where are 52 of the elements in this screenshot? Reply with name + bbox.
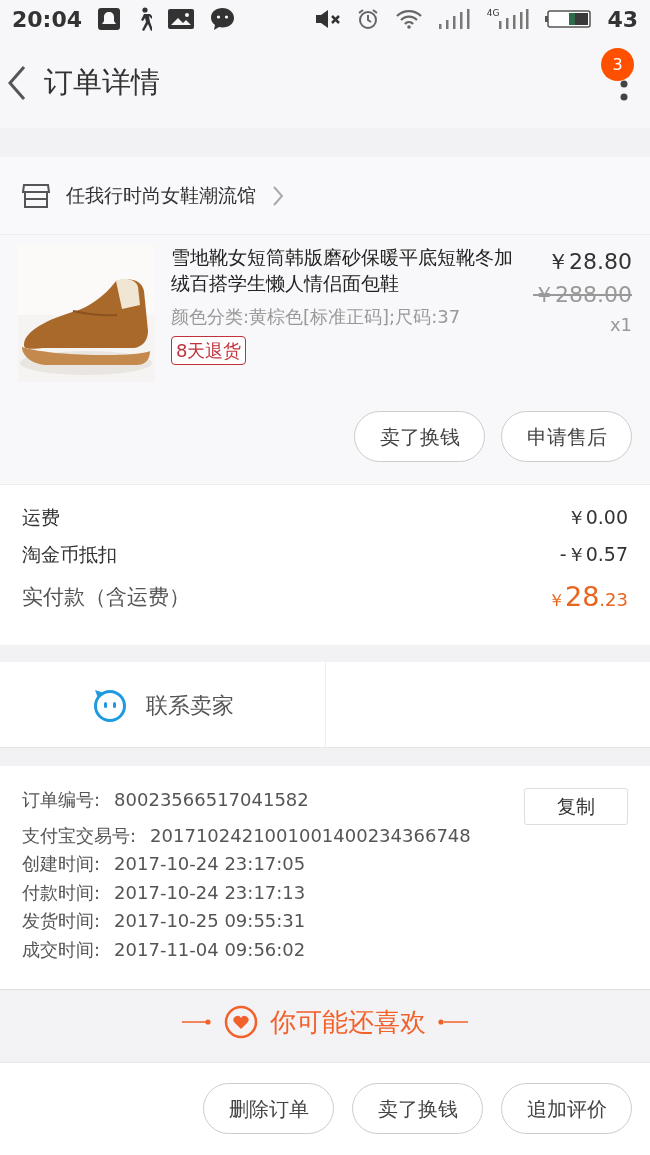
battery-icon bbox=[545, 9, 592, 29]
fee-label: 运费 bbox=[22, 505, 60, 530]
store-icon bbox=[22, 182, 50, 209]
mute-icon bbox=[314, 9, 341, 29]
alarm-icon bbox=[356, 8, 379, 30]
info-value: 80023566517041582 bbox=[114, 788, 309, 812]
info-label: 成交时间: bbox=[22, 937, 101, 962]
info-value: 2017-10-24 23:17:05 bbox=[114, 852, 306, 876]
wifi-icon bbox=[394, 9, 423, 29]
clock: 20:04 bbox=[12, 5, 83, 34]
network-label: 4G bbox=[486, 9, 500, 18]
copy-button[interactable]: 复制 bbox=[524, 788, 628, 825]
image-icon bbox=[168, 9, 195, 29]
info-value: 2017-11-04 09:56:02 bbox=[114, 937, 306, 962]
total-price: ￥28.23 bbox=[548, 580, 628, 614]
action-button[interactable]: 卖了换钱 bbox=[352, 1083, 483, 1134]
info-value: 2017-10-25 09:55:31 bbox=[114, 909, 306, 933]
fee-label: 淘金币抵扣 bbox=[22, 542, 117, 567]
action-button[interactable]: 删除订单 bbox=[203, 1083, 334, 1134]
fee-value: -￥0.57 bbox=[559, 542, 628, 567]
signal-icon bbox=[499, 9, 530, 29]
action-button[interactable]: 追加评价 bbox=[501, 1083, 632, 1134]
back-icon[interactable] bbox=[6, 65, 28, 101]
info-label: 发货时间: bbox=[22, 909, 101, 933]
chat-bubble-icon bbox=[210, 7, 236, 31]
info-label: 创建时间: bbox=[22, 852, 101, 876]
arrow-line-icon bbox=[182, 1019, 212, 1025]
shop-link[interactable]: 任我行时尚女鞋潮流馆 bbox=[0, 157, 650, 235]
info-label: 支付宝交易号: bbox=[22, 823, 137, 848]
smiley-chat-icon bbox=[91, 687, 128, 723]
quantity: x1 bbox=[608, 313, 632, 337]
arrow-line-icon bbox=[438, 1019, 468, 1025]
info-value: 2017-10-24 23:17:13 bbox=[114, 880, 306, 905]
action-button[interactable]: 卖了换钱 bbox=[354, 411, 485, 462]
info-label: 付款时间: bbox=[22, 880, 101, 905]
total-label: 实付款（含运费） bbox=[22, 583, 190, 611]
chevron-right-icon bbox=[272, 184, 284, 207]
action-button[interactable]: 申请售后 bbox=[501, 411, 632, 462]
battery-level: 43 bbox=[607, 5, 638, 34]
page-title: 订单详情 bbox=[44, 64, 160, 102]
info-label: 订单编号: bbox=[22, 788, 101, 812]
product-variant: 颜色分类:黄棕色[标准正码];尺码:37 bbox=[171, 305, 462, 329]
info-value: 2017102421001001400234366748 bbox=[150, 823, 471, 848]
fee-value: ￥0.00 bbox=[566, 505, 628, 530]
product-title[interactable]: 雪地靴女短筒韩版磨砂保暖平底短靴冬加绒百搭学生懒人情侣面包鞋 bbox=[171, 245, 513, 297]
product-price: ￥28.80 bbox=[546, 248, 632, 276]
notification-badge: 3 bbox=[601, 48, 634, 81]
return-policy-tag: 8天退货 bbox=[171, 336, 247, 365]
original-price: ￥288.00 bbox=[533, 281, 632, 309]
signal-icon bbox=[438, 9, 471, 29]
section-title: 你可能还喜欢 bbox=[270, 1005, 426, 1039]
shop-name: 任我行时尚女鞋潮流馆 bbox=[66, 183, 256, 209]
